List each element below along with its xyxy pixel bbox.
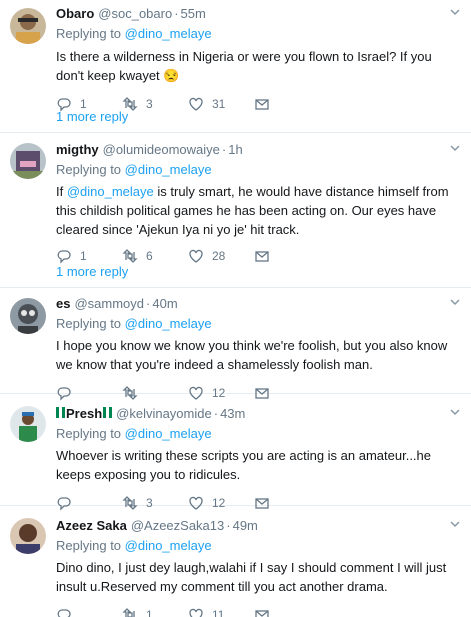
like-count: 31 (212, 97, 226, 111)
replying-prefix: Replying to (56, 316, 125, 331)
like-icon (189, 249, 203, 263)
retweet-count: 3 (146, 97, 153, 111)
dm-button[interactable] (254, 607, 320, 617)
separator-dot: · (226, 518, 231, 533)
tweet-actions: 1 6 28 (56, 247, 457, 265)
tweet-text: Dino dino, I just dey laugh,walahi if I … (56, 560, 447, 594)
tweet[interactable]: Presh @kelvinayomide · 43m Replying to @… (0, 394, 471, 511)
like-icon (189, 97, 203, 111)
timestamp[interactable]: 55m (181, 6, 206, 22)
reply-button[interactable]: 1 (56, 248, 122, 264)
timestamp[interactable]: 1h (228, 142, 242, 158)
replying-to: Replying to @dino_melaye (56, 26, 457, 42)
more-replies-link[interactable]: 1 more reply (56, 109, 128, 124)
display-name[interactable]: es (56, 296, 70, 312)
timestamp[interactable]: 43m (220, 406, 245, 422)
retweet-icon (122, 249, 138, 263)
like-button[interactable]: 28 (188, 248, 254, 264)
tweet[interactable]: migthy @olumideomowaiye · 1h Replying to… (0, 133, 471, 288)
tweet[interactable]: Azeez Saka @AzeezSaka13 · 49m Replying t… (0, 506, 471, 617)
retweet-button[interactable]: 1 (122, 607, 188, 617)
tweet-header: Azeez Saka @AzeezSaka13 · 49m (56, 518, 457, 534)
caret-down-icon[interactable] (449, 518, 461, 530)
avatar[interactable] (10, 406, 46, 442)
replying-prefix: Replying to (56, 538, 125, 553)
replying-to: Replying to @dino_melaye (56, 162, 457, 178)
tweet-header: es @sammoyd · 40m (56, 296, 457, 312)
tweet-header: migthy @olumideomowaiye · 1h (56, 142, 457, 158)
display-name[interactable]: Azeez Saka (56, 518, 127, 534)
text-mention[interactable]: @dino_melaye (67, 184, 154, 199)
dm-icon (255, 251, 269, 262)
like-button[interactable]: 31 (188, 96, 254, 112)
timestamp[interactable]: 40m (152, 296, 177, 312)
tweet-text: Whoever is writing these scripts you are… (56, 448, 432, 482)
nigeria-flag-icon (56, 406, 65, 418)
tweet[interactable]: es @sammoyd · 40m Replying to @dino_mela… (0, 288, 471, 401)
unamused-emoji: 😒 (163, 68, 180, 83)
replying-prefix: Replying to (56, 162, 125, 177)
replying-to-mention[interactable]: @dino_melaye (125, 538, 212, 553)
reply-icon (57, 250, 71, 264)
separator-dot: · (221, 142, 227, 157)
retweet-button[interactable]: 6 (122, 248, 188, 264)
tweet-actions: 1 11 (56, 606, 457, 617)
like-button[interactable]: 11 (188, 607, 254, 617)
tweet-text-body: Is there a wilderness in Nigeria or were… (56, 49, 432, 83)
user-handle[interactable]: @sammoyd (74, 296, 144, 312)
retweet-count: 1 (146, 608, 153, 617)
dm-icon (255, 610, 269, 617)
timestamp[interactable]: 49m (233, 518, 258, 534)
retweet-icon (122, 608, 135, 617)
avatar[interactable] (10, 8, 46, 44)
separator-dot: · (174, 6, 179, 21)
replying-to: Replying to @dino_melaye (56, 426, 457, 442)
tweet-text-pre: If (56, 184, 67, 199)
nigeria-flag-icon (103, 406, 113, 418)
like-count: 28 (212, 249, 226, 263)
tweet[interactable]: Obaro @soc_obaro · 55m Replying to @dino… (0, 0, 471, 133)
display-name[interactable]: Presh (66, 406, 102, 422)
reply-count: 1 (80, 249, 87, 263)
reply-button[interactable] (56, 607, 122, 617)
replying-to-mention[interactable]: @dino_melaye (125, 162, 212, 177)
tweet-text: Is there a wilderness in Nigeria or were… (56, 47, 457, 85)
replying-to-mention[interactable]: @dino_melaye (125, 26, 212, 41)
caret-down-icon[interactable] (449, 296, 461, 308)
caret-down-icon[interactable] (449, 6, 461, 18)
caret-down-icon[interactable] (449, 142, 461, 154)
dm-button[interactable] (254, 96, 320, 112)
replying-to-mention[interactable]: @dino_melaye (125, 316, 212, 331)
replying-to: Replying to @dino_melaye (56, 538, 457, 554)
reply-icon (57, 609, 71, 617)
avatar[interactable] (10, 298, 46, 334)
avatar[interactable] (10, 518, 46, 554)
avatar[interactable] (10, 143, 46, 179)
user-handle[interactable]: @soc_obaro (98, 6, 172, 22)
dm-icon (255, 99, 269, 110)
display-name[interactable]: Obaro (56, 6, 94, 22)
retweet-button[interactable]: 3 (122, 96, 188, 112)
replying-prefix: Replying to (56, 426, 125, 441)
retweet-count: 6 (146, 249, 153, 263)
display-name[interactable]: migthy (56, 142, 99, 158)
tweet-header: Presh @kelvinayomide · 43m (56, 406, 457, 422)
like-icon (189, 608, 203, 617)
dm-button[interactable] (254, 248, 320, 264)
user-handle[interactable]: @olumideomowaiye (103, 142, 220, 158)
user-handle[interactable]: @AzeezSaka13 (131, 518, 224, 534)
tweet-text: If @dino_melaye is truly smart, he would… (56, 182, 457, 239)
separator-dot: · (213, 406, 219, 421)
replying-to: Replying to @dino_melaye (56, 316, 457, 332)
replying-prefix: Replying to (56, 26, 125, 41)
tweet-text: I hope you know we know you think we're … (56, 338, 448, 372)
replying-to-mention[interactable]: @dino_melaye (125, 426, 212, 441)
caret-down-icon[interactable] (449, 406, 461, 418)
user-handle[interactable]: @kelvinayomide (116, 406, 212, 422)
separator-dot: · (146, 296, 151, 311)
more-replies-link[interactable]: 1 more reply (56, 264, 128, 279)
like-count: 11 (212, 608, 225, 617)
reply-feed: Obaro @soc_obaro · 55m Replying to @dino… (0, 0, 471, 617)
tweet-header: Obaro @soc_obaro · 55m (56, 6, 457, 22)
